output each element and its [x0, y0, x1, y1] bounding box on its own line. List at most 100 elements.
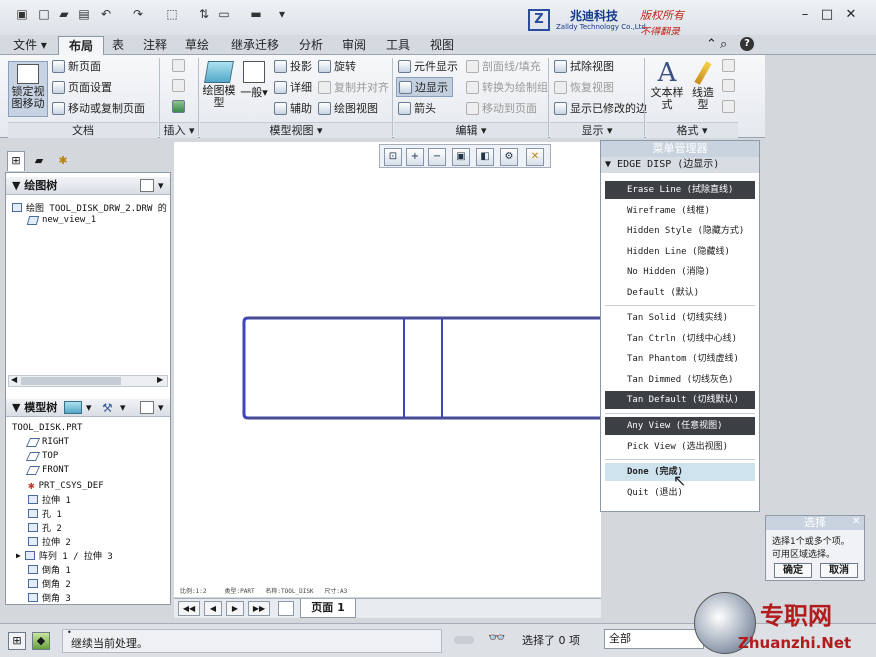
model-tree-item[interactable]: TOP: [25, 451, 58, 461]
datum-display-icon[interactable]: ⚙: [500, 148, 518, 166]
tree-settings-icon[interactable]: [140, 179, 154, 192]
prev-page-icon[interactable]: ◀: [204, 601, 222, 616]
stamp-icon[interactable]: [722, 100, 735, 113]
tab-review[interactable]: 审阅: [334, 36, 374, 55]
model-tree-item[interactable]: FRONT: [25, 465, 69, 475]
model-part-icon[interactable]: [64, 401, 82, 414]
menu-item-hidden-line[interactable]: Hidden Line (隐藏线): [605, 243, 755, 261]
selection-filter-dropdown[interactable]: 全部: [604, 629, 704, 649]
model-tree-item[interactable]: 孔 1: [28, 507, 62, 520]
drawing-model-button[interactable]: 绘图模型: [202, 61, 236, 109]
customize-chevron-icon[interactable]: ▾: [274, 6, 290, 22]
group-insert[interactable]: 插入 ▾: [160, 122, 198, 138]
select-dialog-close-icon[interactable]: ✕: [852, 516, 860, 527]
new-page-button[interactable]: 新页面: [52, 58, 101, 74]
undo-icon[interactable]: ↶: [98, 6, 114, 22]
copy-align-button[interactable]: 复制并对齐: [318, 79, 389, 95]
find-binoculars-icon[interactable]: 👓: [486, 630, 508, 650]
scroll-right-icon[interactable]: ▶: [157, 375, 163, 384]
close-button[interactable]: ✕: [840, 7, 862, 23]
regenerate-icon[interactable]: ⇅: [196, 6, 212, 22]
scroll-thumb[interactable]: [21, 377, 121, 385]
folder-tab-icon[interactable]: ▰: [31, 153, 47, 169]
insert-line-icon[interactable]: [172, 59, 185, 72]
last-page-icon[interactable]: ▶▶: [248, 601, 270, 616]
repaint-icon[interactable]: ▣: [452, 148, 470, 166]
annotation-display-icon[interactable]: ✕: [526, 148, 544, 166]
hatch-icon[interactable]: [722, 59, 735, 72]
tree-filter-chevron-icon[interactable]: ▾: [120, 399, 126, 417]
drawing-tree-view[interactable]: new_view_1: [26, 215, 96, 225]
tree-settings-chevron-icon[interactable]: ▾: [158, 177, 164, 195]
section-line-button[interactable]: 剖面线/填充: [466, 58, 541, 74]
zoom-out-icon[interactable]: −: [428, 148, 446, 166]
move-copy-page-button[interactable]: 移动或复制页面: [52, 100, 145, 116]
tab-tools[interactable]: 工具: [378, 36, 418, 55]
group-edit[interactable]: 编辑 ▾: [394, 122, 548, 138]
scroll-left-icon[interactable]: ◀: [11, 375, 17, 384]
first-page-icon[interactable]: ◀◀: [178, 601, 200, 616]
redo-icon[interactable]: ↷: [130, 6, 146, 22]
search-icon[interactable]: ⌕: [720, 37, 727, 52]
line-style-button[interactable]: 线造型: [688, 59, 718, 111]
collapse-ribbon-icon[interactable]: ⌃: [706, 37, 717, 52]
select-box-icon[interactable]: ⬚: [164, 6, 180, 22]
help-icon[interactable]: ?: [740, 37, 754, 51]
cancel-button[interactable]: 取消: [820, 563, 858, 578]
windows-icon[interactable]: ▭: [216, 6, 232, 22]
drawing-tree-root[interactable]: 绘图 TOOL_DISK_DRW_2.DRW 的: [12, 201, 167, 214]
erase-view-button[interactable]: 拭除视图: [554, 58, 614, 74]
tab-sketch[interactable]: 草绘: [178, 36, 216, 55]
menu-item-erase-line[interactable]: Erase Line (拭除直线): [605, 181, 755, 199]
tree-filter-icon[interactable]: ⚒: [102, 399, 113, 417]
zoom-in-icon[interactable]: +: [406, 148, 424, 166]
revolve-button[interactable]: 旋转: [318, 58, 356, 74]
menu-item-tan-phantom[interactable]: Tan Phantom (切线虚线): [605, 350, 755, 368]
arrow-button[interactable]: 箭头: [398, 100, 436, 116]
element-display-button[interactable]: 元件显示: [398, 58, 458, 74]
percent-icon[interactable]: [722, 79, 735, 92]
display-style-icon[interactable]: ◧: [476, 148, 494, 166]
menu-item-no-hidden[interactable]: No Hidden (消隐): [605, 263, 755, 281]
model-tree-item[interactable]: 孔 2: [28, 521, 62, 534]
model-tree-item[interactable]: ▶ 阵列 1 / 拉伸 3: [16, 549, 113, 562]
menu-item-any-view[interactable]: Any View (任意视图): [605, 417, 755, 435]
projection-button[interactable]: 投影: [274, 58, 312, 74]
model-tree-item[interactable]: 拉伸 2: [28, 535, 71, 548]
restore-view-button[interactable]: 恢复视图: [554, 79, 614, 95]
minimize-button[interactable]: –: [794, 7, 816, 23]
menu-item-tan-solid[interactable]: Tan Solid (切线实线): [605, 309, 755, 327]
maximize-button[interactable]: □: [816, 7, 838, 23]
general-view-button[interactable]: 一般▾: [240, 61, 268, 99]
tab-analysis[interactable]: 分析: [292, 36, 330, 55]
ok-button[interactable]: 确定: [774, 563, 812, 578]
menu-item-hidden-style[interactable]: Hidden Style (隐藏方式): [605, 222, 755, 240]
tab-annotate[interactable]: 注释: [136, 36, 174, 55]
menu-item-tan-ctrln[interactable]: Tan Ctrln (切线中心线): [605, 330, 755, 348]
model-tree-tab-icon[interactable]: ⊞: [7, 151, 25, 171]
tab-legacy-migration[interactable]: 继承迁移: [222, 36, 288, 55]
group-display[interactable]: 显示 ▾: [550, 122, 644, 138]
new-file-icon[interactable]: □: [36, 6, 52, 22]
model-part-chevron-icon[interactable]: ▾: [86, 399, 92, 417]
drawing-view-button[interactable]: 绘图视图: [318, 100, 378, 116]
detail-button[interactable]: 详细: [274, 79, 312, 95]
tab-layout[interactable]: 布局: [58, 36, 104, 55]
model-tree-settings-icon[interactable]: [140, 401, 154, 414]
move-to-page-button[interactable]: 移动到页面: [466, 100, 537, 116]
auxiliary-button[interactable]: 辅助: [274, 100, 312, 116]
menu-item-wireframe[interactable]: Wireframe (线框): [605, 202, 755, 220]
tab-file[interactable]: 文件 ▾: [8, 36, 52, 55]
drawing-canvas[interactable]: 比例:1:2 类型:PART 名称:TOOL_DISK 尺寸:A3: [174, 142, 601, 655]
menu-item-default[interactable]: Default (默认): [605, 284, 755, 302]
insert-arc-icon[interactable]: [172, 79, 185, 92]
group-model-views[interactable]: 模型视图 ▾: [200, 122, 392, 138]
tab-table[interactable]: 表: [104, 36, 132, 55]
page-tab[interactable]: 页面 1: [300, 599, 356, 618]
model-tree-item[interactable]: 拉伸 1: [28, 493, 71, 506]
model-tree-item[interactable]: 倒角 3: [28, 591, 71, 604]
model-tree-item[interactable]: TOOL_DISK.PRT: [12, 423, 82, 433]
navigator-toggle-icon[interactable]: ⊞: [8, 632, 26, 650]
lock-view-move-button[interactable]: 锁定视图移动: [8, 61, 48, 117]
close-window-icon[interactable]: ▬: [248, 6, 264, 22]
